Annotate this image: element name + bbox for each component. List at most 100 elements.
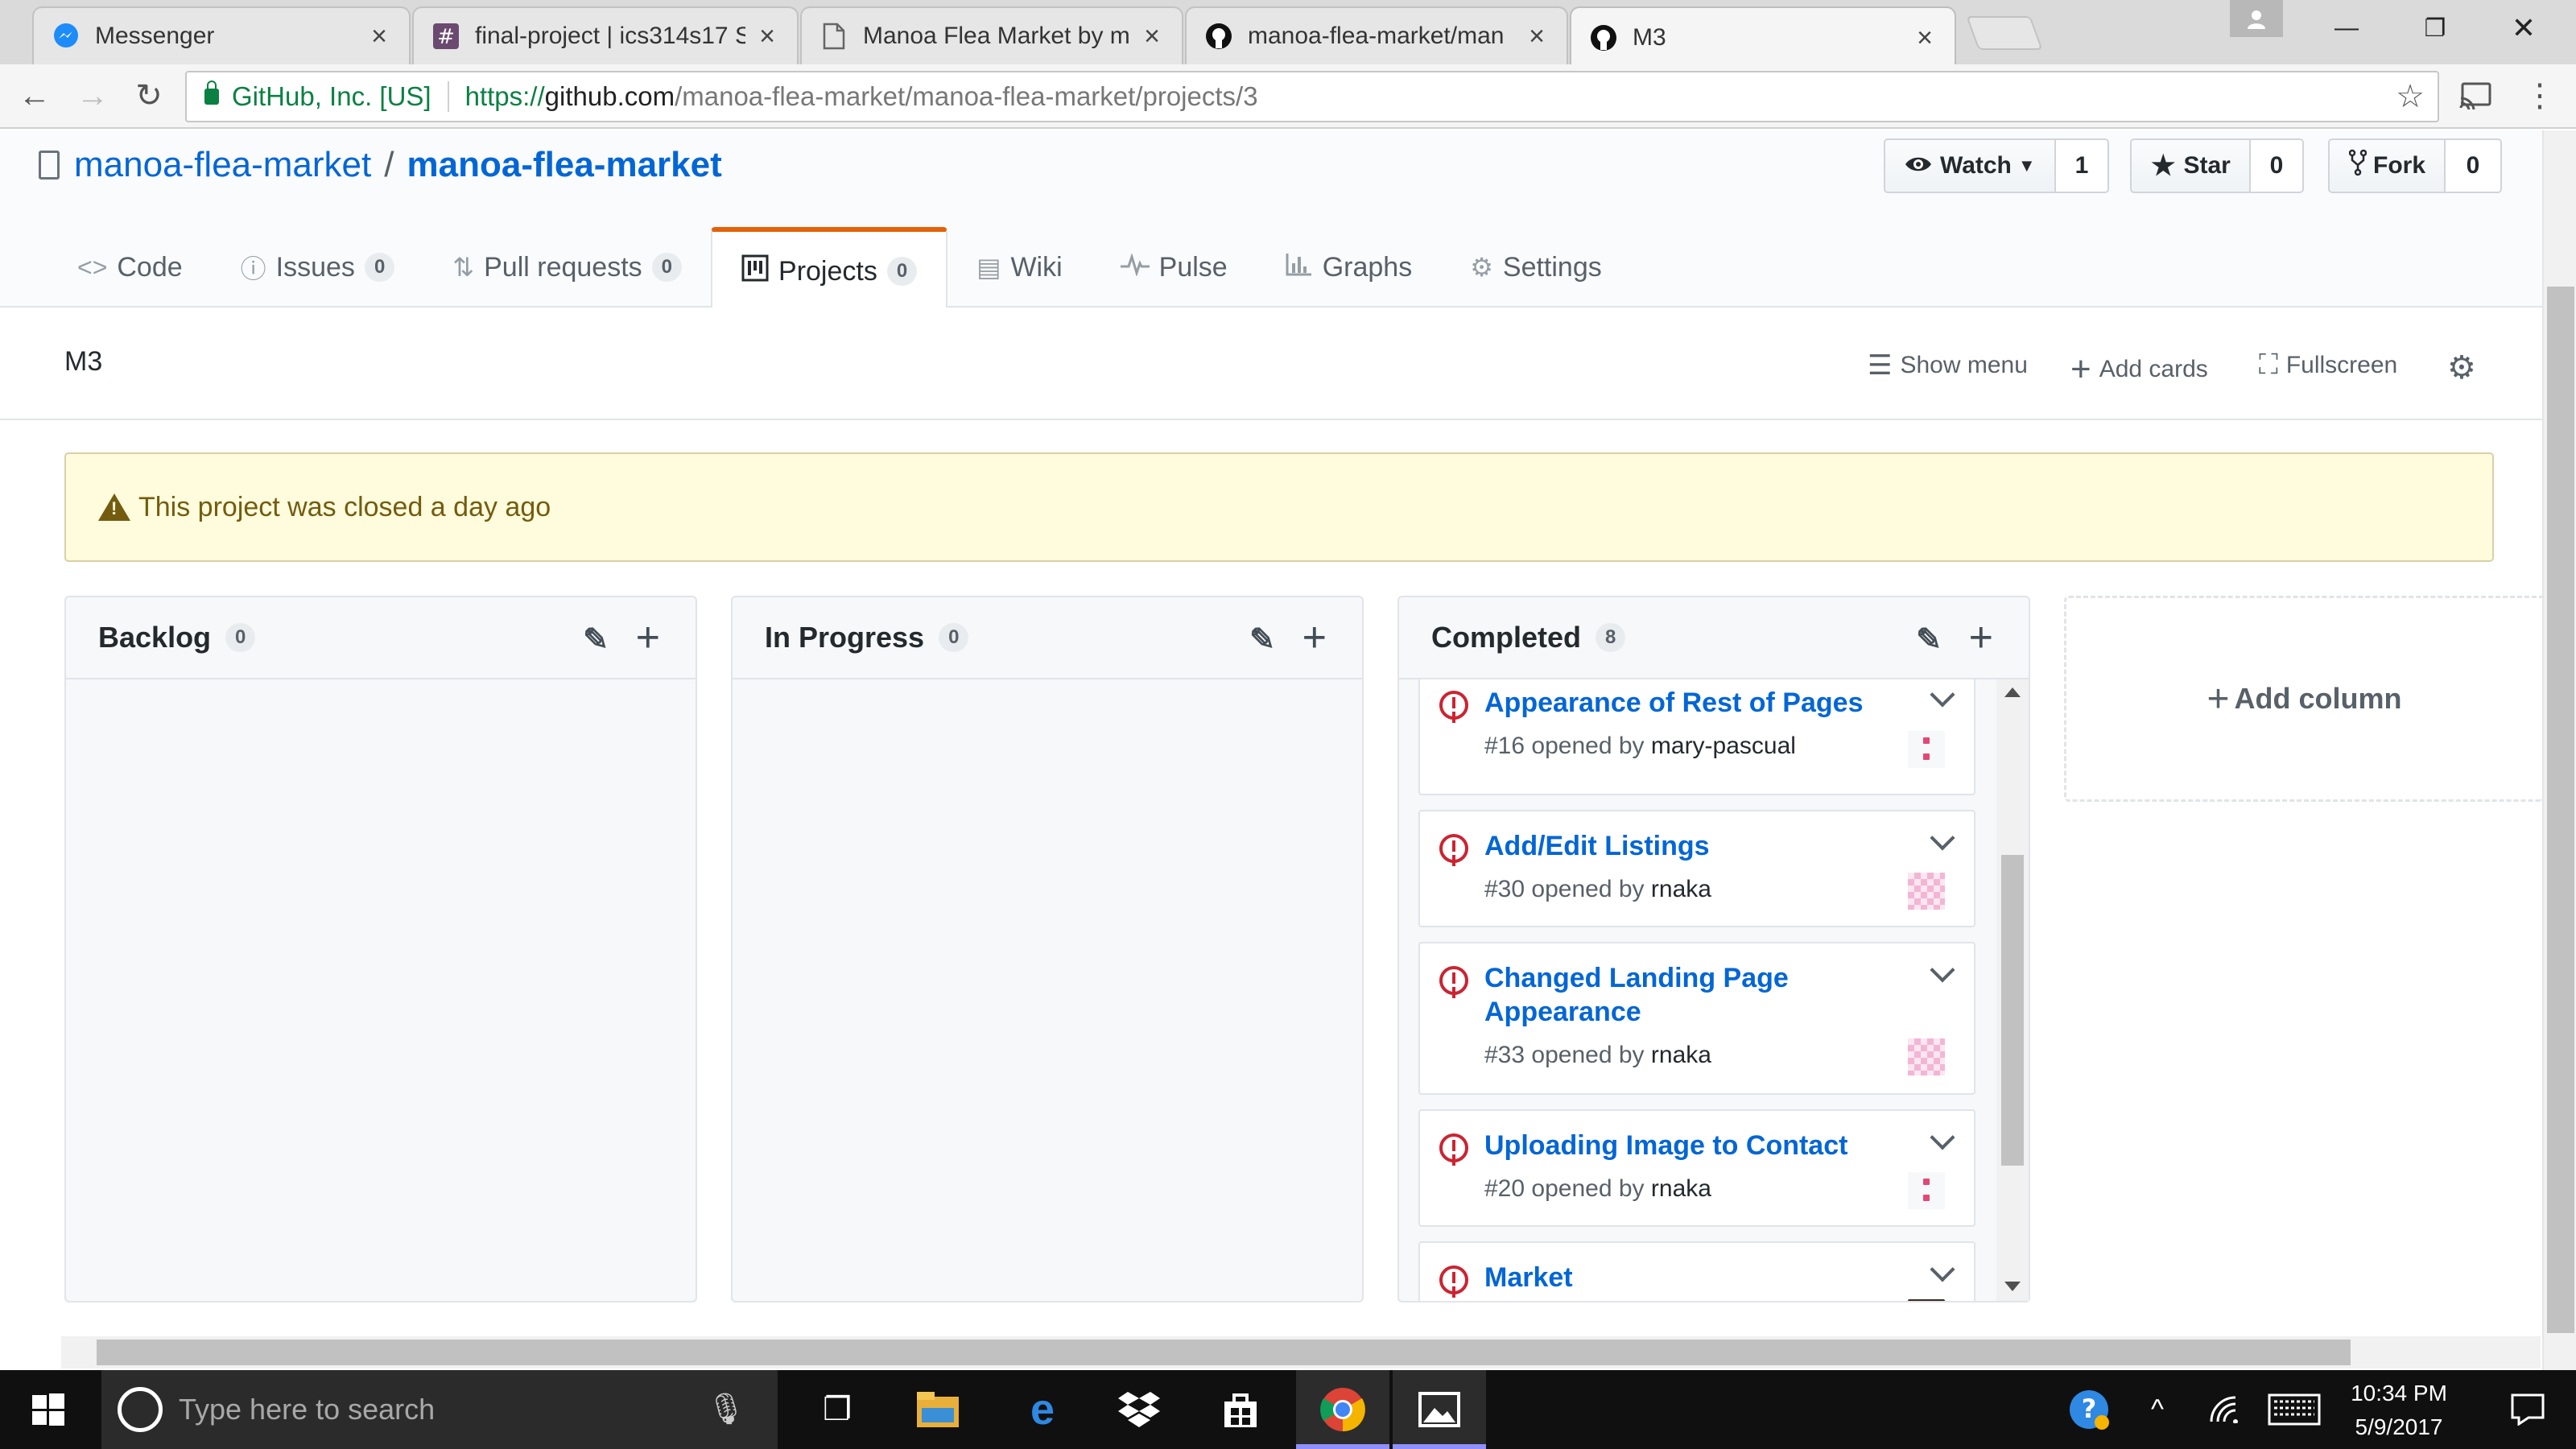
fullscreen-button[interactable]: ⛶ Fullscreen [2259, 349, 2397, 381]
store-icon[interactable] [1196, 1370, 1285, 1449]
scrollbar-thumb[interactable] [2547, 287, 2574, 1333]
tab-code[interactable]: <> Code [48, 227, 212, 308]
pencil-icon[interactable]: ✎ [1916, 621, 1942, 658]
tab-wiki[interactable]: ▤ Wiki [947, 227, 1091, 308]
close-icon[interactable]: × [1525, 21, 1549, 52]
dropbox-icon[interactable] [1095, 1370, 1183, 1449]
minimize-icon[interactable]: — [2310, 0, 2383, 56]
close-icon[interactable]: × [367, 21, 391, 52]
action-center-icon[interactable] [2487, 1370, 2568, 1449]
issue-opened-icon: ⓘ [240, 254, 266, 283]
star-count[interactable]: 0 [2251, 138, 2304, 193]
scrollbar-thumb[interactable] [97, 1340, 2351, 1365]
repo-owner-link[interactable]: manoa-flea-market [74, 145, 371, 185]
taskbar-clock[interactable]: 10:34 PM 5/9/2017 [2334, 1377, 2463, 1444]
add-card-plus-icon[interactable]: + [636, 613, 660, 662]
chevron-up-icon[interactable]: ^ [2133, 1370, 2182, 1449]
reload-icon[interactable]: ↻ [129, 76, 169, 116]
browser-tab-slack[interactable]: # final-project | ics314s17 S × [412, 6, 799, 64]
chevron-down-icon[interactable] [1930, 682, 1955, 708]
new-tab-button[interactable] [1966, 16, 2043, 50]
issue-author[interactable]: mary-pascual [1651, 733, 1796, 759]
chevron-down-icon[interactable] [1930, 957, 1955, 983]
chevron-down-icon[interactable] [1930, 1125, 1955, 1150]
close-icon[interactable]: × [755, 21, 779, 52]
card-meta: #33 opened by rnaka [1484, 1042, 1711, 1069]
card-title[interactable]: Add/Edit Listings [1484, 829, 1903, 863]
file-explorer-icon[interactable] [894, 1370, 982, 1449]
watch-button[interactable]: Watch ▼ [1884, 138, 2056, 193]
pencil-icon[interactable]: ✎ [1249, 621, 1275, 658]
fork-button[interactable]: Fork [2328, 138, 2446, 193]
task-view-icon[interactable]: ❐ [797, 1370, 877, 1449]
close-window-icon[interactable]: ✕ [2487, 0, 2560, 56]
issue-author[interactable]: rnaka [1651, 876, 1711, 902]
chrome-menu-icon[interactable]: ⋮ [2520, 76, 2560, 116]
browser-tab-github-repo[interactable]: manoa-flea-market/man × [1185, 6, 1568, 64]
issue-author[interactable]: rnaka [1651, 1042, 1711, 1068]
issue-author[interactable]: rnaka [1651, 1175, 1711, 1202]
page-horizontal-scrollbar[interactable] [61, 1336, 2541, 1368]
address-bar[interactable]: GitHub, Inc. [US] https:// github.com /m… [185, 71, 2439, 122]
card-title[interactable]: Changed Landing Page Appearance [1484, 961, 1823, 1029]
restore-icon[interactable]: ❐ [2399, 0, 2471, 56]
browser-tab-m3[interactable]: M3 × [1570, 6, 1956, 68]
browser-tab-messenger[interactable]: Messenger × [32, 6, 411, 64]
taskbar-search-box[interactable]: Type here to search 🎙 [101, 1370, 778, 1449]
browser-tab-manoa-doc[interactable]: Manoa Flea Market by m × [800, 6, 1183, 64]
close-icon[interactable]: × [1140, 21, 1164, 52]
scroll-down-arrow-icon[interactable] [2004, 1282, 2021, 1291]
issue-card[interactable]: Changed Landing Page Appearance #33 open… [1418, 942, 1975, 1095]
help-icon[interactable]: ? [2061, 1370, 2117, 1449]
page-vertical-scrollbar[interactable] [2542, 130, 2576, 1370]
issue-card[interactable]: Uploading Image to Contact #20 opened by… [1418, 1109, 1975, 1227]
tab-issues[interactable]: ⓘ Issues 0 [212, 227, 424, 308]
issue-number: #16 [1484, 733, 1525, 759]
add-card-plus-icon[interactable]: + [1969, 613, 1993, 662]
scrollbar-thumb[interactable] [2001, 855, 2024, 1166]
browser-tab-strip: Messenger × # final-project | ics314s17 … [0, 0, 2576, 68]
issue-card[interactable]: Add/Edit Listings #30 opened by rnaka [1418, 810, 1975, 927]
tab-pulse[interactable]: Pulse [1092, 227, 1257, 308]
clock-time: 10:34 PM [2351, 1381, 2447, 1406]
photos-icon[interactable] [1393, 1370, 1486, 1449]
column-scrollbar[interactable] [1996, 679, 2029, 1301]
chevron-down-icon[interactable] [1930, 825, 1955, 851]
microphone-icon[interactable]: 🎙 [707, 1392, 745, 1427]
profile-icon[interactable] [2230, 0, 2283, 37]
tab-graphs[interactable]: Graphs [1257, 227, 1442, 308]
card-title[interactable]: Appearance of Rest of Pages [1484, 686, 1903, 720]
project-settings-gear-icon[interactable]: ⚙ [2447, 349, 2476, 386]
tab-settings[interactable]: ⚙ Settings [1441, 227, 1631, 308]
windows-start-icon[interactable] [0, 1370, 97, 1449]
cast-icon[interactable] [2455, 76, 2496, 116]
back-icon[interactable]: ← [14, 76, 55, 116]
add-cards-button[interactable]: + Add cards [2070, 349, 2208, 390]
bookmark-star-icon[interactable]: ☆ [2396, 78, 2425, 115]
add-column-button[interactable]: + Add column [2064, 596, 2542, 802]
add-card-plus-icon[interactable]: + [1302, 613, 1327, 662]
tab-projects[interactable]: Projects 0 [711, 227, 948, 311]
pencil-icon[interactable]: ✎ [583, 621, 609, 658]
tab-pull-requests[interactable]: ⇅ Pull requests 0 [423, 227, 711, 308]
show-menu-button[interactable]: ☰ Show menu [1868, 349, 2028, 382]
hamburger-icon: ☰ [1868, 350, 1893, 381]
wifi-icon[interactable] [2198, 1370, 2254, 1449]
column-cards: Appearance of Rest of Pages #16 opened b… [1399, 679, 2029, 1301]
chevron-down-icon[interactable] [1930, 1257, 1955, 1282]
messenger-icon [52, 22, 80, 51]
edge-icon[interactable]: e [998, 1370, 1087, 1449]
card-title[interactable]: Market [1484, 1261, 1903, 1294]
close-icon[interactable]: × [1913, 23, 1937, 54]
keyboard-icon[interactable] [2262, 1370, 2326, 1449]
repo-name-link[interactable]: manoa-flea-market [407, 145, 722, 185]
star-button[interactable]: ★ Star [2130, 138, 2251, 193]
forward-icon[interactable]: → [72, 76, 113, 116]
issue-card[interactable]: Market [1418, 1241, 1975, 1301]
watch-count[interactable]: 1 [2056, 138, 2109, 193]
card-title[interactable]: Uploading Image to Contact [1484, 1129, 1903, 1162]
chrome-icon[interactable] [1296, 1370, 1389, 1449]
scroll-up-arrow-icon[interactable] [2004, 687, 2021, 697]
issue-card[interactable]: Appearance of Rest of Pages #16 opened b… [1418, 679, 1975, 795]
fork-count[interactable]: 0 [2446, 138, 2502, 193]
